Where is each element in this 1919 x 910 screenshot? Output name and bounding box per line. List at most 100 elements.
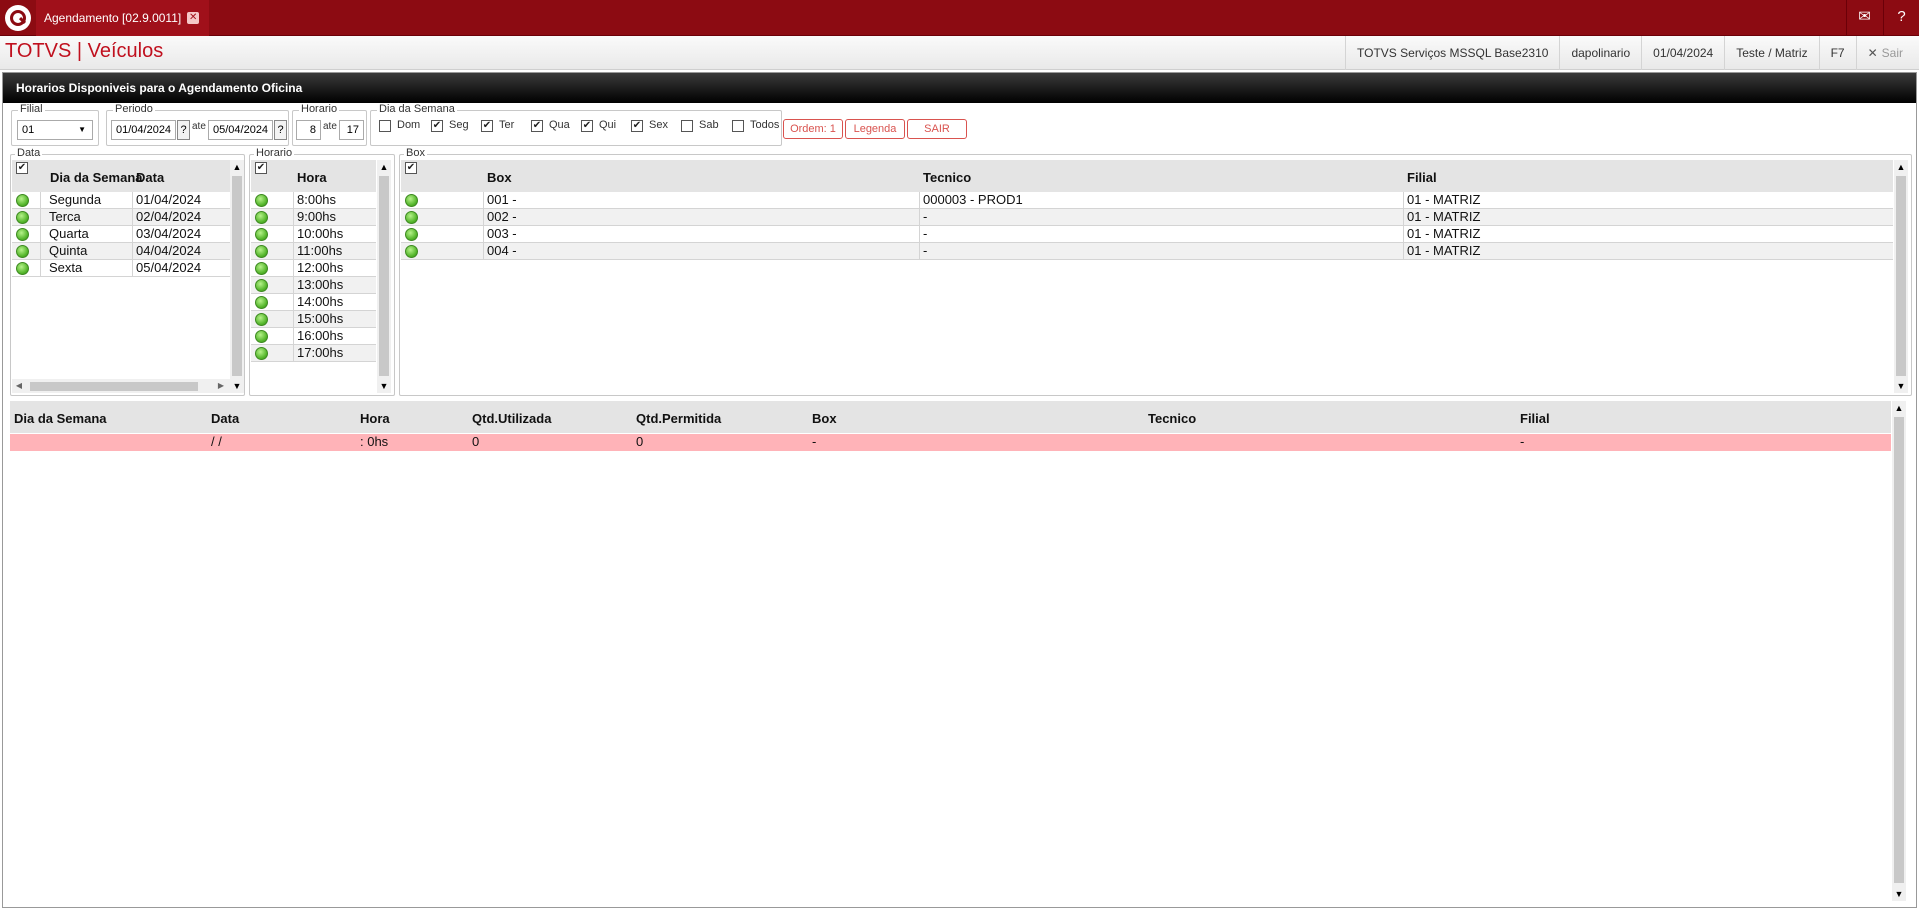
scroll-down-arrow-icon[interactable]: ▼ bbox=[1892, 887, 1906, 901]
row-data: 01/04/2024 bbox=[136, 192, 202, 207]
close-icon[interactable]: ✕ bbox=[187, 12, 200, 24]
column-header-data[interactable]: Data bbox=[136, 170, 164, 185]
row-data: 05/04/2024 bbox=[136, 260, 202, 275]
periodo-to-lookup-button[interactable]: ? bbox=[274, 120, 287, 140]
app-title: TOTVS | Veículos bbox=[5, 40, 164, 62]
scroll-thumb[interactable] bbox=[1894, 417, 1904, 883]
column-header-hora[interactable]: Hora bbox=[360, 411, 390, 426]
checkbox-sab[interactable] bbox=[681, 120, 693, 132]
table-row[interactable]: Terca 02/04/2024 bbox=[12, 209, 230, 226]
data-legend: Data bbox=[15, 147, 43, 159]
scroll-down-arrow-icon[interactable]: ▼ bbox=[377, 379, 391, 393]
horario-vertical-scrollbar[interactable]: ▲ ▼ bbox=[377, 160, 391, 393]
checkbox-sab-label: Sab bbox=[699, 119, 719, 131]
row-hora: 12:00hs bbox=[297, 260, 344, 275]
column-header-box[interactable]: Box bbox=[487, 170, 512, 185]
periodo-from-input[interactable]: 01/04/2024 bbox=[111, 120, 176, 140]
table-row[interactable]: / / : 0hs 0 0 - - bbox=[10, 434, 1891, 451]
help-icon[interactable]: ? bbox=[1883, 0, 1919, 36]
row-box: 004 - bbox=[487, 243, 517, 258]
scroll-down-arrow-icon[interactable]: ▼ bbox=[1894, 379, 1908, 393]
periodo-from-lookup-button[interactable]: ? bbox=[177, 120, 190, 140]
scroll-thumb[interactable] bbox=[30, 382, 198, 391]
table-row[interactable]: Segunda 01/04/2024 bbox=[12, 192, 230, 209]
sair-label: Sair bbox=[1881, 46, 1903, 60]
row-dia: Segunda bbox=[49, 192, 102, 207]
table-row[interactable]: Quinta 04/04/2024 bbox=[12, 243, 230, 260]
column-header-tecnico[interactable]: Tecnico bbox=[923, 170, 971, 185]
scroll-thumb[interactable] bbox=[379, 176, 389, 376]
column-header-box[interactable]: Box bbox=[812, 411, 837, 426]
scroll-up-arrow-icon[interactable]: ▲ bbox=[1892, 401, 1906, 415]
scroll-up-arrow-icon[interactable]: ▲ bbox=[377, 160, 391, 174]
column-header-tecnico[interactable]: Tecnico bbox=[1148, 411, 1196, 426]
checkbox-seg[interactable]: ✔ bbox=[431, 120, 443, 132]
column-header-filial[interactable]: Filial bbox=[1520, 411, 1550, 426]
select-all-checkbox[interactable]: ✔ bbox=[255, 162, 267, 174]
scroll-thumb[interactable] bbox=[232, 176, 242, 376]
table-row[interactable]: 8:00hs bbox=[251, 192, 376, 209]
column-header-data[interactable]: Data bbox=[211, 411, 239, 426]
scroll-thumb[interactable] bbox=[1896, 176, 1906, 376]
table-row[interactable]: 003 - - 01 - MATRIZ bbox=[401, 226, 1893, 243]
row-box: - bbox=[812, 434, 817, 449]
table-row[interactable]: 9:00hs bbox=[251, 209, 376, 226]
box-vertical-scrollbar[interactable]: ▲ ▼ bbox=[1894, 160, 1908, 393]
table-row[interactable]: 16:00hs bbox=[251, 328, 376, 345]
table-row[interactable]: 13:00hs bbox=[251, 277, 376, 294]
column-header-filial[interactable]: Filial bbox=[1407, 170, 1437, 185]
scroll-right-arrow-icon[interactable]: ▶ bbox=[214, 379, 228, 393]
table-row[interactable]: 004 - - 01 - MATRIZ bbox=[401, 243, 1893, 260]
legenda-button[interactable]: Legenda bbox=[845, 119, 905, 139]
table-row[interactable]: 15:00hs bbox=[251, 311, 376, 328]
filial-legend: Filial bbox=[18, 103, 45, 115]
table-row[interactable]: 12:00hs bbox=[251, 260, 376, 277]
scroll-up-arrow-icon[interactable]: ▲ bbox=[230, 160, 244, 174]
periodo-to-input[interactable]: 05/04/2024 bbox=[208, 120, 273, 140]
sair-dialog-button[interactable]: SAIR bbox=[907, 119, 967, 139]
scroll-up-arrow-icon[interactable]: ▲ bbox=[1894, 160, 1908, 174]
horario-to-input[interactable]: 17 bbox=[339, 120, 364, 140]
sair-button[interactable]: ✕ Sair bbox=[1855, 36, 1919, 70]
column-header-hora[interactable]: Hora bbox=[297, 170, 327, 185]
dia-semana-legend: Dia da Semana bbox=[377, 103, 457, 115]
select-all-checkbox[interactable]: ✔ bbox=[405, 162, 417, 174]
table-row[interactable]: 17:00hs bbox=[251, 345, 376, 362]
row-hora: 13:00hs bbox=[297, 277, 344, 292]
mail-icon[interactable]: ✉ bbox=[1846, 0, 1882, 36]
filial-select[interactable]: 01 ▼ bbox=[17, 120, 93, 140]
checkbox-qui[interactable]: ✔ bbox=[581, 120, 593, 132]
checkbox-sex[interactable]: ✔ bbox=[631, 120, 643, 132]
row-filial: 01 - MATRIZ bbox=[1407, 226, 1481, 241]
checkbox-dom[interactable] bbox=[379, 120, 391, 132]
column-header-qtd-utilizada[interactable]: Qtd.Utilizada bbox=[472, 411, 551, 426]
tab-agendamento[interactable]: Agendamento [02.9.0011] ✕ bbox=[36, 0, 210, 36]
horario-from-input[interactable]: 8 bbox=[296, 120, 321, 140]
table-row[interactable]: 002 - - 01 - MATRIZ bbox=[401, 209, 1893, 226]
column-header-dia-semana[interactable]: Dia da Semana bbox=[14, 411, 107, 426]
table-row[interactable]: 14:00hs bbox=[251, 294, 376, 311]
table-row[interactable]: 11:00hs bbox=[251, 243, 376, 260]
scroll-down-arrow-icon[interactable]: ▼ bbox=[230, 379, 244, 393]
select-all-checkbox[interactable]: ✔ bbox=[16, 162, 28, 174]
table-row[interactable]: 10:00hs bbox=[251, 226, 376, 243]
status-green-icon bbox=[255, 228, 268, 241]
column-header-qtd-permitida[interactable]: Qtd.Permitida bbox=[636, 411, 721, 426]
result-vertical-scrollbar[interactable]: ▲ ▼ bbox=[1892, 401, 1906, 901]
dia-semana-fieldset: Dia da Semana Dom ✔ Seg ✔ Ter ✔ Qua ✔ Qu… bbox=[370, 103, 782, 146]
checkbox-ter[interactable]: ✔ bbox=[481, 120, 493, 132]
table-row[interactable]: Quarta 03/04/2024 bbox=[12, 226, 230, 243]
totvs-logo-icon[interactable] bbox=[5, 5, 31, 31]
ordem-button[interactable]: Ordem: 1 bbox=[783, 119, 843, 139]
info-company[interactable]: Teste / Matriz bbox=[1724, 36, 1818, 70]
data-horizontal-scrollbar[interactable]: ◀ ▶ bbox=[12, 379, 230, 393]
table-row[interactable]: Sexta 05/04/2024 bbox=[12, 260, 230, 277]
data-vertical-scrollbar[interactable]: ▲ ▼ bbox=[230, 160, 244, 393]
checkbox-qua[interactable]: ✔ bbox=[531, 120, 543, 132]
checkbox-todos[interactable] bbox=[732, 120, 744, 132]
status-green-icon bbox=[255, 279, 268, 292]
scroll-left-arrow-icon[interactable]: ◀ bbox=[12, 379, 26, 393]
table-row[interactable]: 001 - 000003 - PROD1 01 - MATRIZ bbox=[401, 192, 1893, 209]
info-shortcut[interactable]: F7 bbox=[1818, 36, 1856, 70]
column-header-dia-semana[interactable]: Dia da Semana bbox=[50, 170, 143, 185]
